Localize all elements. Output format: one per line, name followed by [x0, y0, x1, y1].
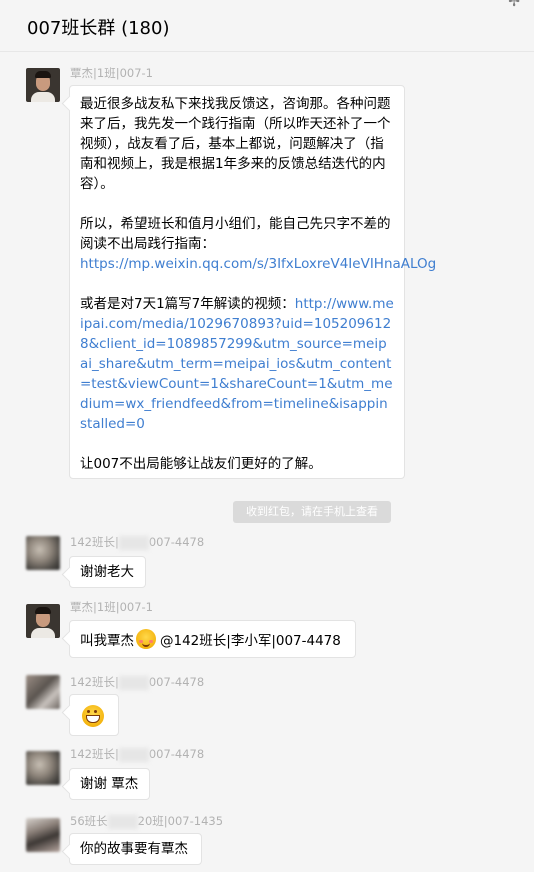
mention-text[interactable]: @142班长|李小军|007-4478: [160, 633, 341, 649]
message-text: 所以，希望班长和值月小组们，能自己先只字不差的阅读不出局践行指南：: [80, 216, 391, 252]
message-bubble[interactable]: 最近很多战友私下来找我反馈这，咨询那。各种问题来了后，我先发一个践行指南（所以昨…: [69, 85, 436, 479]
grin-emoji-icon: [82, 705, 104, 727]
avatar[interactable]: [26, 751, 60, 785]
message-bubble[interactable]: 你的故事要有覃杰: [69, 833, 202, 865]
avatar[interactable]: [26, 604, 60, 638]
message-text: 让007不出局能够让战友们更好的了解。: [80, 456, 322, 472]
blush-emoji-icon: [136, 629, 156, 649]
sender-name: 142班长| 007-4478: [70, 747, 205, 762]
guide-link[interactable]: https://mp.weixin.qq.com/s/3IfxLoxreV4Ie…: [80, 256, 436, 272]
pin-icon[interactable]: ✢: [508, 0, 520, 10]
avatar[interactable]: [26, 68, 60, 102]
chat-header: 007班长群 (180) ✢: [0, 0, 534, 52]
message-text: 谢谢 覃杰: [80, 776, 139, 792]
avatar[interactable]: [26, 818, 60, 852]
sender-name: 56班长 20班|007-1435: [70, 814, 224, 829]
message-bubble[interactable]: 谢谢 覃杰: [69, 768, 150, 800]
message-text: 谢谢老大: [80, 564, 134, 580]
message-text: 你的故事要有覃杰: [80, 841, 188, 857]
message-text: 最近很多战友私下来找我反馈这，咨询那。各种问题来了后，我先发一个践行指南（所以昨…: [80, 96, 391, 192]
avatar[interactable]: [26, 536, 60, 570]
sender-name: 142班长| 007-4478: [70, 675, 205, 690]
message-text: 或者是对7天1篇写7年解读的视频：: [80, 296, 295, 312]
sender-name: 覃杰|1班|007-1: [70, 600, 153, 614]
system-notice: 收到红包，请在手机上查看: [233, 501, 391, 523]
sender-name: 142班长| 007-4478: [70, 535, 205, 550]
message-bubble[interactable]: 叫我覃杰 @142班长|李小军|007-4478: [69, 620, 356, 658]
message-bubble[interactable]: 谢谢老大: [69, 556, 146, 588]
sender-name: 覃杰|1班|007-1: [70, 66, 153, 80]
video-link[interactable]: http://www.meipai.com/media/1029670893?u…: [80, 296, 394, 432]
message-bubble[interactable]: [69, 694, 119, 736]
avatar[interactable]: [26, 675, 60, 709]
message-text: 叫我覃杰: [80, 633, 134, 649]
chat-title: 007班长群 (180): [27, 18, 170, 39]
